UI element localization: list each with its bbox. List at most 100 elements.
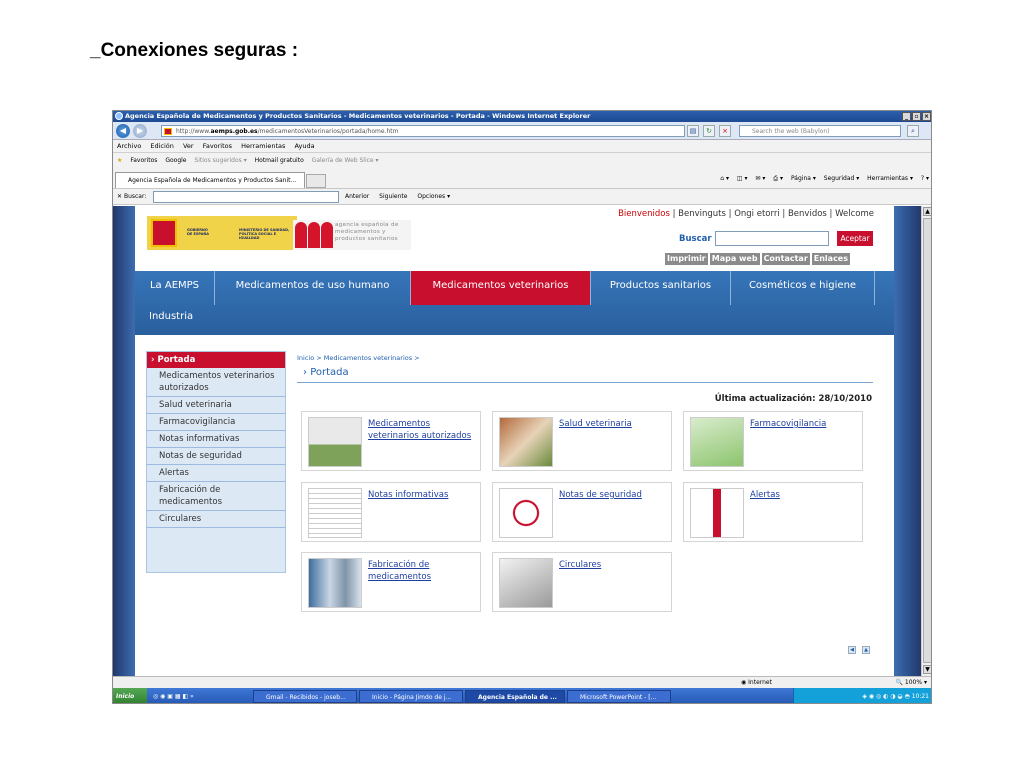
menu-ver[interactable]: Ver [183,142,194,150]
sidebar-item-salud[interactable]: Salud veterinaria [147,397,285,414]
scroll-up-icon[interactable]: ▲ [923,207,931,216]
favorites-button[interactable]: Favoritos [130,157,157,164]
web-slice-gallery-link[interactable]: Galería de Web Slice ▾ [312,157,379,164]
sidebar-item-autorizados[interactable]: Medicamentos veterinarios autorizados [147,368,285,397]
mail-icon[interactable]: ✉ ▾ [755,175,765,182]
find-next-button[interactable]: Siguiente [379,193,407,200]
tab-aemps[interactable]: Agencia Española de Medicamentos y Produ… [115,172,305,188]
task-powerpoint[interactable]: Microsoft PowerPoint - [... [567,690,671,703]
sidebar-item-farmacovigilancia[interactable]: Farmacovigilancia [147,414,285,431]
sitemap-link[interactable]: Mapa web [709,253,760,265]
breadcrumb[interactable]: Inicio > Medicamentos veterinarios > [297,354,420,362]
home-icon[interactable]: ⌂ ▾ [720,175,729,182]
card-link-salud[interactable]: Salud veterinaria [559,418,667,430]
card-image-salud [499,417,553,467]
nav-la-aemps[interactable]: La AEMPS [135,271,215,305]
url-field[interactable]: http://www.aemps.gob.es/medicamentosVete… [161,125,685,137]
web-search-input[interactable]: Search the web (Babylon) [739,125,901,137]
nav-veterinarios[interactable]: Medicamentos veterinarios [411,271,591,305]
close-window-button[interactable]: × [922,112,931,121]
minimize-button[interactable]: _ [902,112,911,121]
sidebar-item-fabricacion[interactable]: Fabricación de medicamentos [147,482,285,511]
links-link[interactable]: Enlaces [811,253,850,265]
tools-menu[interactable]: Herramientas ▾ [867,175,913,182]
nav-cosmeticos[interactable]: Cosméticos e higiene [731,271,875,305]
card-link-circulares[interactable]: Circulares [559,559,667,571]
card-link-alertas[interactable]: Alertas [750,489,858,501]
suggested-sites-link[interactable]: Sitios sugeridos ▾ [194,157,246,164]
find-options-button[interactable]: Opciones ▾ [417,193,450,200]
zoom-control[interactable]: 🔍 100% ▾ [896,677,927,688]
sidebar-item-notas-informativas[interactable]: Notas informativas [147,431,285,448]
sidebar-item-portada[interactable]: › Portada [147,352,285,368]
task-jimdo[interactable]: Inicio - Página Jimdo de j... [359,690,463,703]
card-circulares[interactable]: Circulares [492,552,672,612]
sidebar-item-circulares[interactable]: Circulares [147,511,285,528]
card-fabricacion[interactable]: Fabricación de medicamentos [301,552,481,612]
site-search-input[interactable] [715,231,829,246]
page-back-arrow-icon[interactable]: ◀ [848,646,856,654]
compat-view-icon[interactable]: ▤ [687,125,699,137]
hotmail-link[interactable]: Hotmail gratuito [255,157,304,164]
help-icon[interactable]: ? ▾ [921,175,929,182]
lang-others[interactable]: | Benvinguts | Ongi etorri | Benvidos | … [670,209,874,219]
quicklaunch-icons[interactable]: ◎ ◉ ▣ ▦ ◧ » [153,688,194,703]
aemps-logo-line-1: agencia española de [335,222,399,228]
card-link-notas-seguridad[interactable]: Notas de seguridad [559,489,667,501]
security-menu[interactable]: Seguridad ▾ [824,175,859,182]
menu-herramientas[interactable]: Herramientas [241,142,285,150]
task-gmail[interactable]: Gmail - Recibidos - joseb... [253,690,357,703]
window-controls: _ ▫ × [902,112,931,121]
page-menu[interactable]: Página ▾ [791,175,816,182]
search-icon[interactable]: ⌕ [907,125,919,137]
find-label: Buscar: [123,193,147,200]
new-tab-button[interactable] [306,174,326,188]
find-input[interactable] [153,191,339,203]
close-find-icon[interactable]: ✕ [117,193,122,200]
vertical-scrollbar[interactable]: ▲ ▼ [921,206,931,676]
restore-button[interactable]: ▫ [912,112,921,121]
nav-uso-humano[interactable]: Medicamentos de uso humano [215,271,411,305]
sidebar-item-alertas[interactable]: Alertas [147,465,285,482]
gobierno-logo: GOBIERNO DE ESPAÑA MINISTERIO DE SANIDAD… [147,216,297,250]
card-image-farmacovigilancia [690,417,744,467]
card-notas-seguridad[interactable]: Notas de seguridad [492,482,672,542]
menu-edicion[interactable]: Edición [150,142,174,150]
scroll-thumb[interactable] [923,218,931,663]
site-search-button[interactable]: Aceptar [837,231,873,246]
card-farmacovigilancia[interactable]: Farmacovigilancia [683,411,863,471]
forward-button[interactable]: ▶ [133,124,147,138]
feeds-icon[interactable]: ◫ ▾ [737,175,748,182]
card-link-fabricacion[interactable]: Fabricación de medicamentos [368,559,476,583]
contact-link[interactable]: Contactar [761,253,810,265]
refresh-icon[interactable]: ↻ [703,125,715,137]
find-previous-button[interactable]: Anterior [345,193,369,200]
stop-icon[interactable]: × [719,125,731,137]
card-link-notas-informativas[interactable]: Notas informativas [368,489,476,501]
nav-productos-sanitarios[interactable]: Productos sanitarios [591,271,731,305]
page-top-arrow-icon[interactable]: ▲ [862,646,870,654]
card-link-farmacovigilancia[interactable]: Farmacovigilancia [750,418,858,430]
sidebar-item-notas-seguridad[interactable]: Notas de seguridad [147,448,285,465]
scroll-down-icon[interactable]: ▼ [923,665,931,674]
start-button[interactable]: Inicio [113,688,147,703]
menu-archivo[interactable]: Archivo [117,142,141,150]
coat-of-arms-icon [151,219,177,247]
ministry-logo-text: MINISTERIO DE SANIDAD, POLÍTICA SOCIAL E… [239,228,290,240]
card-autorizados[interactable]: Medicamentos veterinarios autorizados [301,411,481,471]
lang-bienvenidos[interactable]: Bienvenidos [618,209,670,219]
print-link[interactable]: Imprimir [665,253,708,265]
google-link[interactable]: Google [165,157,186,164]
menu-ayuda[interactable]: Ayuda [294,142,314,150]
card-notas-informativas[interactable]: Notas informativas [301,482,481,542]
back-button[interactable]: ◀ [116,124,130,138]
menu-favoritos[interactable]: Favoritos [203,142,232,150]
nav-industria[interactable]: Industria [149,311,193,322]
card-link-autorizados[interactable]: Medicamentos veterinarios autorizados [368,418,476,442]
aemps-logo[interactable]: agencia española de medicamentos y produ… [293,220,411,250]
card-salud[interactable]: Salud veterinaria [492,411,672,471]
print-icon[interactable]: ⎙ ▾ [773,175,783,182]
task-aemps[interactable]: Agencia Española de ... [465,690,565,703]
card-alertas[interactable]: Alertas [683,482,863,542]
tray-icons[interactable]: ◈ ◉ ◎ ◐ ◑ ◒ ◓ [862,693,911,700]
